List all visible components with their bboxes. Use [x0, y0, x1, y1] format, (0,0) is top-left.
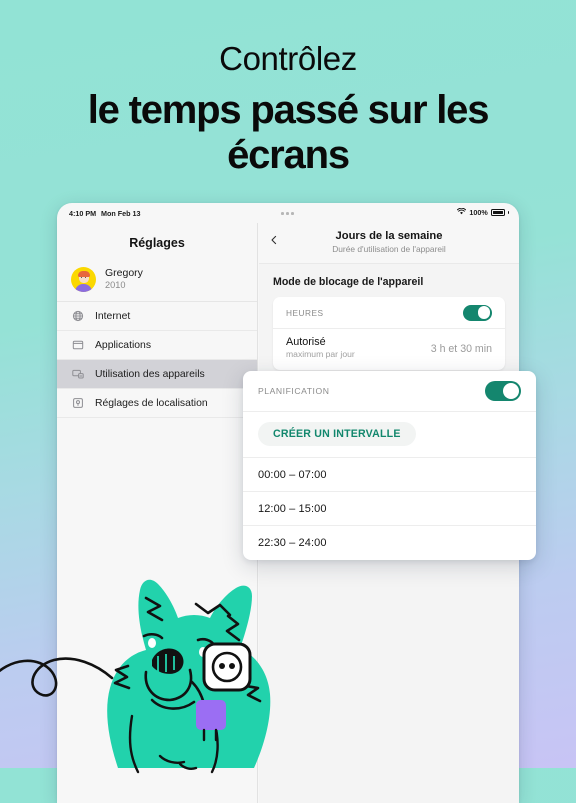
- status-time: 4:10 PM: [69, 209, 97, 218]
- hours-toggle[interactable]: [463, 304, 492, 321]
- planning-header[interactable]: PLANIFICATION: [243, 371, 536, 412]
- globe-icon: [72, 310, 84, 322]
- chevron-left-icon[interactable]: [269, 235, 279, 245]
- page-subtitle: Durée d'utilisation de l'appareil: [332, 244, 446, 254]
- profile-year: 2010: [105, 280, 126, 291]
- create-interval-row: CRÉER UN INTERVALLE: [243, 412, 536, 458]
- sidebar-item-device-usage[interactable]: Utilisation des appareils: [57, 360, 257, 390]
- hours-caption: HEURES: [286, 307, 324, 318]
- allowed-label: Autorisé: [286, 336, 326, 348]
- status-bar: 4:10 PM Mon Feb 13 100%: [57, 203, 519, 223]
- sidebar-item-label: Utilisation des appareils: [95, 368, 205, 380]
- sidebar-item-label: Applications: [95, 339, 152, 351]
- headline-block: Contrôlez le temps passé sur les écrans: [0, 0, 576, 178]
- pane-header: Jours de la semaine Durée d'utilisation …: [259, 223, 519, 264]
- location-icon: [72, 397, 84, 409]
- allowed-sublabel: maximum par jour: [286, 349, 355, 360]
- hours-toggle-row[interactable]: HEURES: [273, 297, 505, 329]
- planning-caption: PLANIFICATION: [258, 386, 330, 396]
- three-dots-icon: [281, 212, 294, 215]
- sidebar-item-location-settings[interactable]: Réglages de localisation: [57, 389, 257, 419]
- section-title: Mode de blocage de l'appareil: [273, 276, 424, 288]
- wifi-icon: [457, 207, 467, 217]
- avatar: [71, 267, 96, 293]
- sidebar-item-label: Réglages de localisation: [95, 397, 208, 409]
- battery-full-icon: [490, 209, 505, 216]
- headline-line-1: Contrôlez: [219, 40, 357, 77]
- allowed-time-row[interactable]: Autorisé maximum par jour 3 h et 30 min: [273, 329, 505, 370]
- planning-toggle[interactable]: [485, 381, 521, 401]
- sidebar-item-label: Internet: [95, 310, 131, 322]
- sidebar-title: Réglages: [129, 236, 185, 250]
- list-item[interactable]: 12:00 – 15:00: [243, 492, 536, 526]
- headline-line-2: le temps passé sur les écrans: [87, 88, 490, 178]
- sidebar-profile[interactable]: Gregory 2010: [57, 264, 257, 303]
- create-interval-button[interactable]: CRÉER UN INTERVALLE: [258, 422, 416, 446]
- list-item[interactable]: 00:00 – 07:00: [243, 458, 536, 492]
- hours-card: HEURES Autorisé maximum par jour 3 h et …: [273, 297, 505, 371]
- sidebar-item-applications[interactable]: Applications: [57, 331, 257, 361]
- battery-percent: 100%: [469, 208, 488, 217]
- sidebar-item-internet[interactable]: Internet: [57, 302, 257, 332]
- page-title: Jours de la semaine: [335, 230, 443, 242]
- planning-card: PLANIFICATION CRÉER UN INTERVALLE 00:00 …: [243, 371, 536, 560]
- window-icon: [72, 339, 84, 351]
- settings-sidebar: Réglages Gregory 2010 Internet Applicati…: [57, 223, 258, 803]
- allowed-value: 3 h et 30 min: [430, 342, 492, 355]
- status-date: Mon Feb 13: [101, 209, 141, 218]
- status-right-cluster: 100%: [457, 207, 509, 217]
- profile-name: Gregory: [105, 267, 143, 279]
- battery-tip: [507, 211, 509, 214]
- list-item[interactable]: 22:30 – 24:00: [243, 526, 536, 560]
- device-usage-icon: [72, 368, 84, 380]
